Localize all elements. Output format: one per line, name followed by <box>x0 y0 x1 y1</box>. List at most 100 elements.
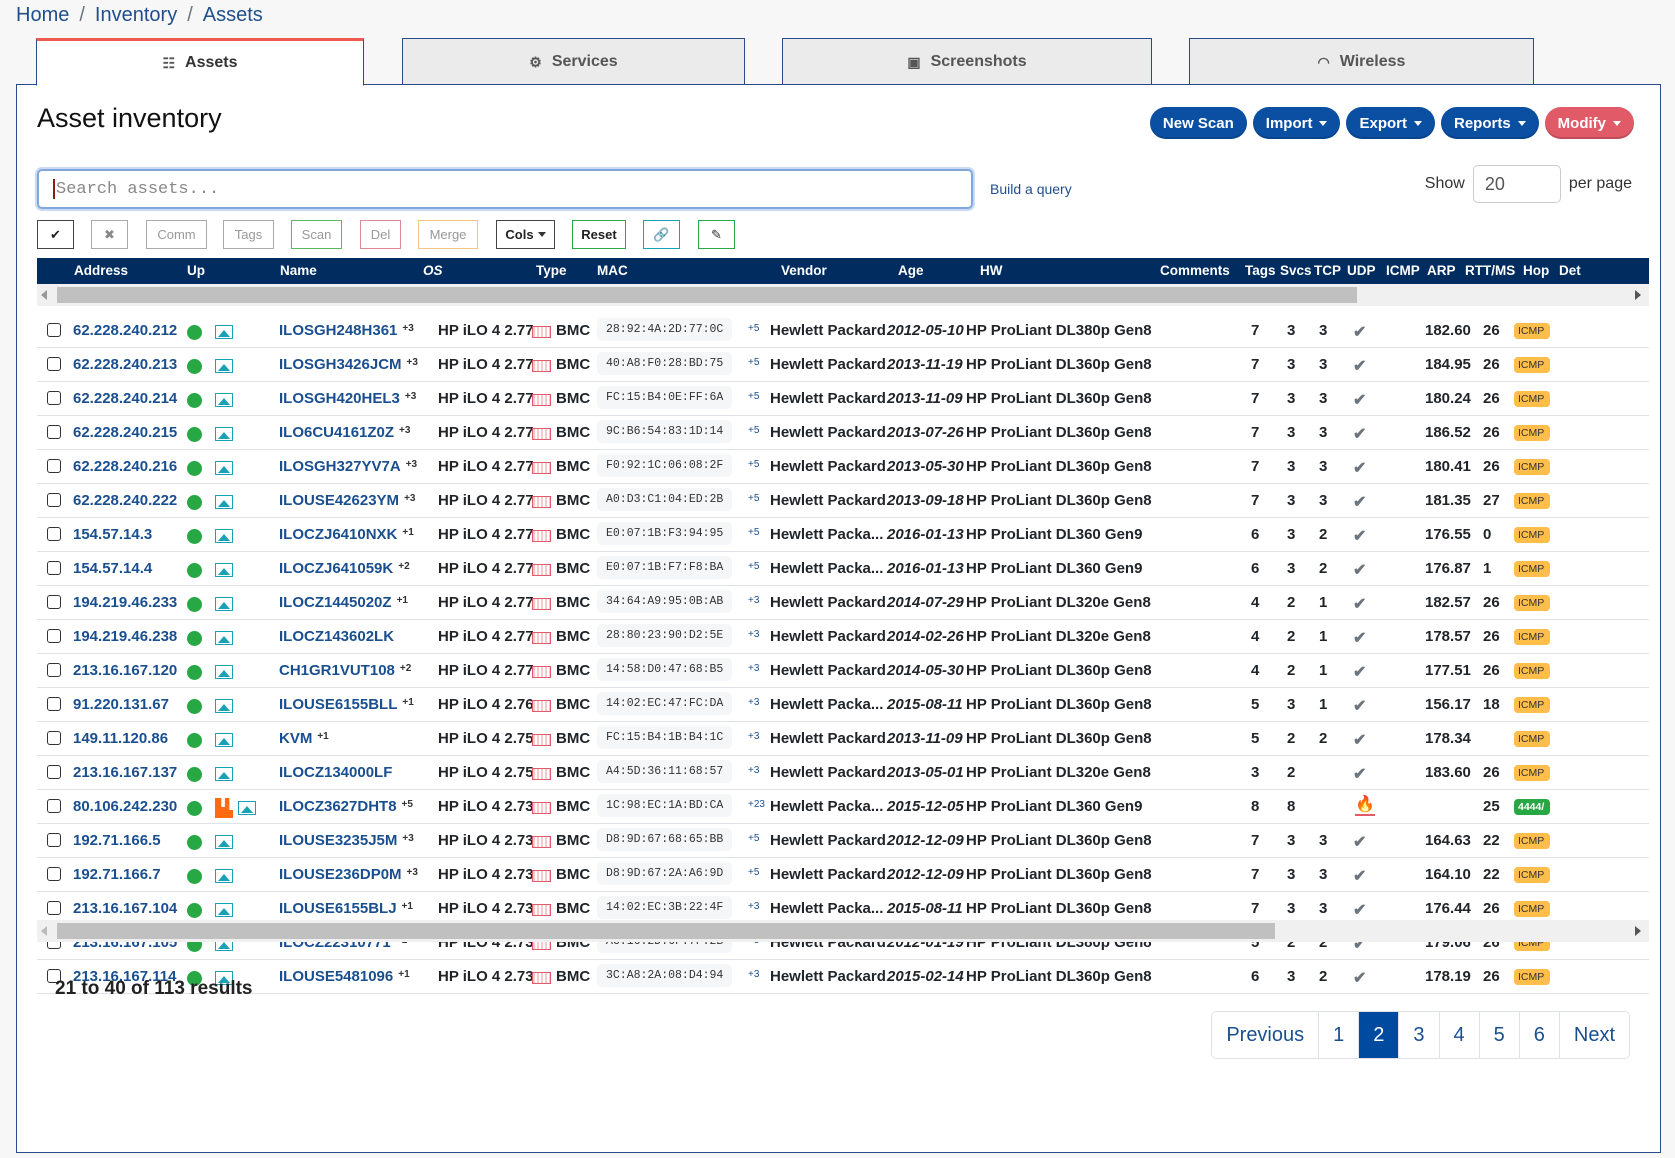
row-checkbox[interactable] <box>47 629 61 643</box>
horizontal-scrollbar-bottom[interactable] <box>37 920 1649 942</box>
address-link[interactable]: 192.71.166.5 <box>73 832 161 849</box>
clear-selection-button[interactable]: ✖ <box>91 220 128 249</box>
hostname-link[interactable]: ILOUSE3235J5M +3 <box>279 832 414 849</box>
mac-extra-count[interactable]: +5 <box>748 867 759 878</box>
table-row[interactable]: 62.228.240.214 ILOSGH420HEL3 +3 HP iLO 4 2.… <box>37 382 1649 416</box>
hostname-link[interactable]: ILOSGH3426JCM +3 <box>279 356 418 373</box>
row-checkbox[interactable] <box>47 357 61 371</box>
col-comments[interactable]: Comments <box>1160 263 1230 278</box>
table-row[interactable]: 154.57.14.3 ILOCZJ6410NXK +1 HP iLO 4 2.77 B… <box>37 518 1649 552</box>
scroll-left-icon[interactable] <box>41 290 47 300</box>
screenshot-icon[interactable] <box>215 529 233 543</box>
mac-extra-count[interactable]: +5 <box>748 527 759 538</box>
address-link[interactable]: 154.57.14.4 <box>73 560 152 577</box>
hostname-link[interactable]: KVM +1 <box>279 730 329 747</box>
scroll-left-icon[interactable] <box>41 926 47 936</box>
address-link[interactable]: 213.16.167.120 <box>73 662 177 679</box>
hostname-link[interactable]: ILOUSE6155BLL +1 <box>279 696 414 713</box>
col-address[interactable]: Address <box>74 263 128 278</box>
screenshot-icon[interactable] <box>215 325 233 339</box>
hostname-link[interactable]: ILOSGH248H361 +3 <box>279 322 414 339</box>
col-type[interactable]: Type <box>536 263 567 278</box>
hostname-link[interactable]: ILOCZJ6410NXK +1 <box>279 526 414 543</box>
address-link[interactable]: 62.228.240.215 <box>73 424 177 441</box>
tab-wireless[interactable]: ◠ Wireless <box>1189 38 1534 85</box>
mac-extra-count[interactable]: +3 <box>748 697 759 708</box>
page-3-button[interactable]: 3 <box>1399 1012 1440 1058</box>
page-6-button[interactable]: 6 <box>1519 1012 1560 1058</box>
edit-icon[interactable]: ✎ <box>698 220 735 249</box>
row-checkbox[interactable] <box>47 697 61 711</box>
tab-screenshots[interactable]: ▣ Screenshots <box>782 38 1152 85</box>
reports-button[interactable]: Reports <box>1440 107 1539 139</box>
hostname-link[interactable]: ILOSGH327YV7A +3 <box>279 458 417 475</box>
mac-extra-count[interactable]: +5 <box>748 561 759 572</box>
modify-button[interactable]: Modify <box>1544 107 1634 139</box>
breadcrumb-home[interactable]: Home <box>16 4 69 26</box>
search-input[interactable]: Search assets... <box>37 169 973 209</box>
screenshot-icon[interactable] <box>215 461 233 475</box>
address-link[interactable]: 91.220.131.67 <box>73 696 169 713</box>
row-checkbox[interactable] <box>47 527 61 541</box>
address-link[interactable]: 62.228.240.216 <box>73 458 177 475</box>
col-arp[interactable]: ARP <box>1427 263 1456 278</box>
row-checkbox[interactable] <box>47 867 61 881</box>
screenshot-icon[interactable] <box>215 597 233 611</box>
table-row[interactable]: 194.219.46.238 ILOCZ143602LK HP iLO 4 2.77… <box>37 620 1649 654</box>
table-row[interactable]: 194.219.46.233 ILOCZ1445020Z +1 HP iLO 4 2.… <box>37 586 1649 620</box>
page-1-button[interactable]: 1 <box>1319 1012 1360 1058</box>
hostname-link[interactable]: ILOCZ143602LK <box>279 628 399 645</box>
screenshot-icon[interactable] <box>215 903 233 917</box>
merge-button[interactable]: Merge <box>418 220 478 249</box>
col-hop[interactable]: Hop <box>1523 263 1549 278</box>
row-checkbox[interactable] <box>47 391 61 405</box>
address-link[interactable]: 213.16.167.104 <box>73 900 177 917</box>
screenshot-icon[interactable] <box>238 801 256 815</box>
table-row[interactable]: 80.106.242.230 ILOCZ3627DHT8 +5 HP iLO 4 2.… <box>37 790 1649 824</box>
address-link[interactable]: 213.16.167.137 <box>73 764 177 781</box>
row-checkbox[interactable] <box>47 663 61 677</box>
row-checkbox[interactable] <box>47 561 61 575</box>
new-scan-button[interactable]: New Scan <box>1149 107 1247 139</box>
table-row[interactable]: 154.57.14.4 ILOCZJ641059K +2 HP iLO 4 2.77 B… <box>37 552 1649 586</box>
columns-button[interactable]: Cols <box>496 220 555 249</box>
mac-extra-count[interactable]: +3 <box>748 595 759 606</box>
mac-extra-count[interactable]: +3 <box>748 765 759 776</box>
hostname-link[interactable]: ILO6CU4161Z0Z +3 <box>279 424 410 441</box>
table-row[interactable]: 192.71.166.7 ILOUSE236DP0M +3 HP iLO 4 2.73… <box>37 858 1649 892</box>
mac-extra-count[interactable]: +3 <box>748 663 759 674</box>
tab-services[interactable]: ⚙ Services <box>402 38 745 85</box>
col-icmp[interactable]: ICMP <box>1386 263 1420 278</box>
previous-page-button[interactable]: Previous <box>1212 1012 1320 1058</box>
hostname-link[interactable]: ILOUSE236DP0M +3 <box>279 866 418 883</box>
address-link[interactable]: 192.71.166.7 <box>73 866 161 883</box>
table-row[interactable]: 91.220.131.67 ILOUSE6155BLL +1 HP iLO 4 2.7… <box>37 688 1649 722</box>
screenshot-icon[interactable] <box>215 835 233 849</box>
row-checkbox[interactable] <box>47 425 61 439</box>
row-checkbox[interactable] <box>47 901 61 915</box>
hostname-link[interactable]: ILOCZJ641059K +2 <box>279 560 410 577</box>
table-row[interactable]: 62.228.240.213 ILOSGH3426JCM +3 HP iLO 4 2.… <box>37 348 1649 382</box>
mac-extra-count[interactable]: +5 <box>748 459 759 470</box>
mac-extra-count[interactable]: +3 <box>748 901 759 912</box>
mac-extra-count[interactable]: +5 <box>748 357 759 368</box>
hostname-link[interactable]: ILOUSE5481096 +1 <box>279 968 410 985</box>
table-row[interactable]: 62.228.240.215 ILO6CU4161Z0Z +3 HP iLO 4 2.… <box>37 416 1649 450</box>
screenshot-icon[interactable] <box>215 869 233 883</box>
col-svcs[interactable]: Svcs <box>1280 263 1312 278</box>
page-5-button[interactable]: 5 <box>1479 1012 1520 1058</box>
scroll-right-icon[interactable] <box>1635 290 1641 300</box>
screenshot-icon[interactable] <box>215 495 233 509</box>
screenshot-icon[interactable] <box>215 665 233 679</box>
screenshot-icon[interactable] <box>215 359 233 373</box>
horizontal-scrollbar-top[interactable] <box>37 284 1649 306</box>
comment-button[interactable]: Comm <box>146 220 207 249</box>
per-page-input[interactable]: 20 <box>1472 165 1561 203</box>
mac-extra-count[interactable]: +3 <box>748 731 759 742</box>
tab-assets[interactable]: ☷ Assets <box>36 38 364 86</box>
row-checkbox[interactable] <box>47 833 61 847</box>
screenshot-icon[interactable] <box>215 699 233 713</box>
mac-extra-count[interactable]: +5 <box>748 391 759 402</box>
table-row[interactable]: 62.228.240.222 ILOUSE42623YM +3 HP iLO 4 2.… <box>37 484 1649 518</box>
table-row[interactable]: 192.71.166.5 ILOUSE3235J5M +3 HP iLO 4 2.73… <box>37 824 1649 858</box>
